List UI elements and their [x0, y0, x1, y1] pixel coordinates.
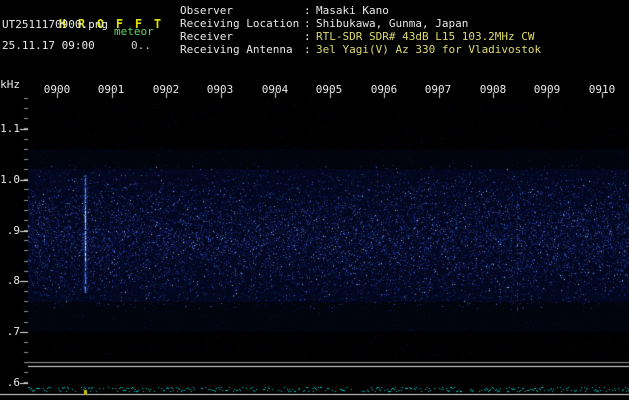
freq-label: .7 [6, 325, 20, 338]
time-label: 0902 [152, 83, 180, 96]
receiver-value: RTL-SDR SDR# 43dB L15 103.2MHz CW [316, 30, 535, 43]
freq-label: 1.0 [0, 173, 20, 186]
location-label: Receiving Location [180, 17, 300, 30]
time-label: 0901 [97, 83, 125, 96]
output-filename: UT2511170900.png [2, 18, 108, 31]
antenna-row: Receiving Antenna:3el Yagi(V) Az 330 for… [180, 43, 541, 56]
separator: : [304, 4, 311, 17]
time-label: 0900 [43, 83, 71, 96]
freq-label: 1.1 [0, 122, 20, 135]
time-label: 0903 [206, 83, 234, 96]
freq-label: .6 [6, 376, 20, 389]
observer-label: Observer [180, 4, 233, 17]
station-info: Observer: Masaki Kano Receiving Location:… [180, 4, 541, 56]
freq-unit-label: kHz [0, 78, 20, 91]
time-label: 0906 [370, 83, 398, 96]
time-label: 0910 [588, 83, 616, 96]
location-value: Shibukawa, Gunma, Japan [316, 17, 469, 30]
antenna-label: Receiving Antenna [180, 43, 293, 56]
separator: : [304, 30, 311, 43]
freq-label: .8 [6, 274, 20, 287]
time-label: 0908 [479, 83, 507, 96]
spectrogram-canvas [0, 0, 629, 400]
antenna-value: 3el Yagi(V) Az 330 for Vladivostok [316, 43, 542, 56]
separator: : [304, 17, 311, 30]
time-label: 0909 [533, 83, 561, 96]
hrofft-window: HROFFT UT2511170900.png meteor 25.11.17 … [0, 0, 629, 400]
observer-value: Masaki Kano [316, 4, 389, 17]
receiver-label: Receiver [180, 30, 233, 43]
receiver-row: Receiver: RTL-SDR SDR# 43dB L15 103.2MHz … [180, 30, 541, 43]
observation-datetime: 25.11.17 09:00 [2, 39, 95, 52]
location-row: Receiving Location: Shibukawa, Gunma, Jap… [180, 17, 541, 30]
time-label: 0907 [424, 83, 452, 96]
echo-status: 0.. [131, 39, 151, 52]
time-label: 0905 [315, 83, 343, 96]
separator: : [304, 43, 311, 56]
app-title-letter: T [153, 17, 162, 31]
freq-label: .9 [6, 224, 20, 237]
mode-label: meteor [114, 25, 154, 38]
observer-row: Observer: Masaki Kano [180, 4, 541, 17]
time-label: 0904 [261, 83, 289, 96]
